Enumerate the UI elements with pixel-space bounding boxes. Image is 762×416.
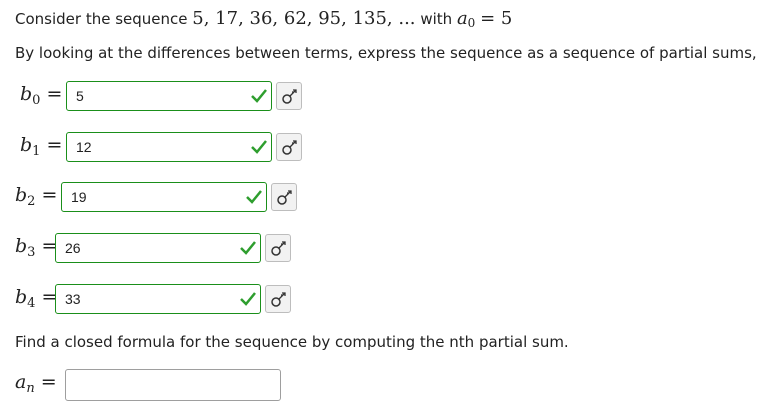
initial-condition-rhs: = 5 [480,8,513,29]
initial-condition-var: a [456,8,468,29]
instruction: By looking at the differences between te… [15,42,762,64]
initial-condition-sub: 0 [467,16,476,30]
intro-with: with [420,10,453,28]
equals-sign: = [46,83,63,105]
partial-sum-sub: 1 [32,144,41,159]
partial-sum-label: b0 = [20,83,70,108]
sequence-terms: 5, 17, 36, 62, 95, 135, ... [192,8,416,29]
key-button[interactable] [271,183,297,211]
check-icon [240,241,256,255]
closed-formula-var: a [15,371,27,393]
partial-sum-value: 33 [65,291,81,307]
closed-formula-sub: n [26,381,35,396]
partial-sum-var: b [20,134,33,156]
equals-sign: = [46,134,63,156]
partial-sum-row: b3 = 26 [15,233,305,267]
check-icon [251,89,267,103]
instruction-text: By looking at the differences between te… [15,44,757,62]
equals-sign: = [41,184,58,206]
key-button[interactable] [265,285,291,313]
partial-sum-sub: 3 [27,245,36,260]
check-icon [240,292,256,306]
partial-sum-row: b0 = 5 [20,81,310,115]
key-button[interactable] [265,234,291,262]
partial-sum-row: b4 = 33 [15,284,305,318]
key-button[interactable] [276,133,302,161]
partial-sum-label: b2 = [15,184,65,209]
partial-sum-value: 19 [71,189,87,205]
closed-formula-label: an = [15,371,65,396]
partial-sum-sub: 2 [27,194,36,209]
partial-sum-input[interactable]: 5 [66,81,272,111]
check-icon [251,140,267,154]
sequence-statement: Consider the sequence 5, 17, 36, 62, 95,… [15,8,512,30]
closed-formula-input[interactable] [65,369,281,401]
partial-sum-var: b [15,235,28,257]
partial-sum-value: 26 [65,240,81,256]
intro-prefix: Consider the sequence [15,10,188,28]
partial-sum-input[interactable]: 12 [66,132,272,162]
partial-sum-input[interactable]: 33 [55,284,261,314]
closed-formula-row: an = [15,369,295,403]
partial-sum-value: 12 [76,139,92,155]
partial-sum-var: b [20,83,33,105]
partial-sum-value: 5 [76,88,84,104]
equals-sign: = [40,371,57,393]
partial-sum-row: b1 = 12 [20,132,310,166]
partial-sum-input[interactable]: 26 [55,233,261,263]
key-icon [271,241,286,256]
partial-sum-var: b [15,286,28,308]
key-icon [282,89,297,104]
partial-sum-sub: 0 [32,93,41,108]
check-icon [246,190,262,204]
partial-sum-sub: 4 [27,296,36,311]
partial-sum-label: b1 = [20,134,70,159]
partial-sum-input[interactable]: 19 [61,182,267,212]
key-icon [277,190,292,205]
closed-formula-prompt: Find a closed formula for the sequence b… [15,333,569,351]
key-button[interactable] [276,82,302,110]
key-icon [282,140,297,155]
key-icon [271,292,286,307]
partial-sum-row: b2 = 19 [15,182,305,216]
partial-sum-var: b [15,184,28,206]
